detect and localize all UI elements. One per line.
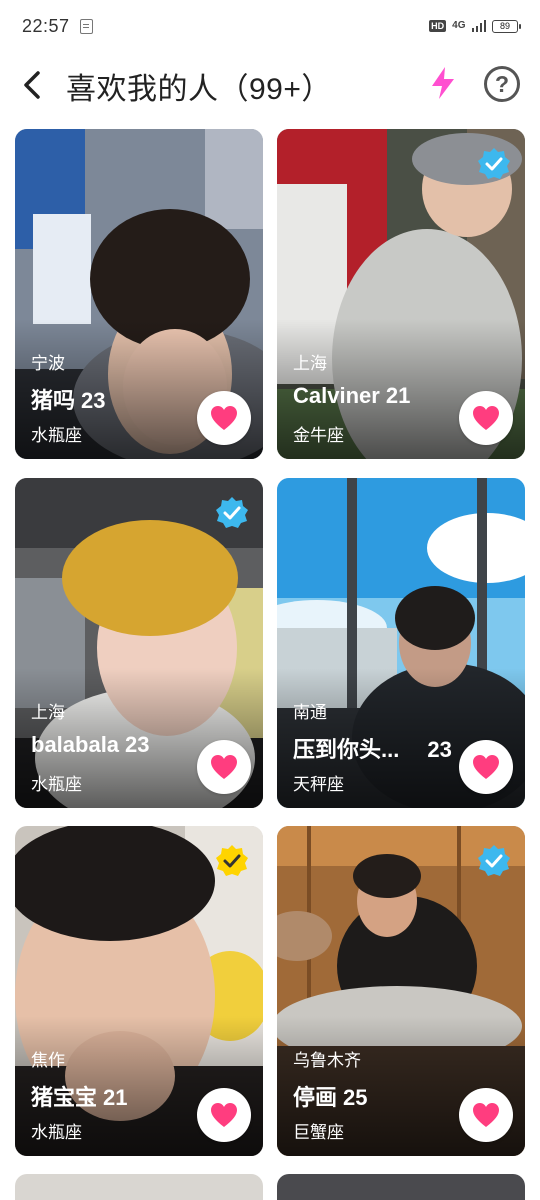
profile-card[interactable]: 焦作 猪宝宝 21 水瓶座 bbox=[15, 826, 263, 1156]
card-zodiac: 水瓶座 bbox=[31, 1123, 82, 1142]
card-name: 压到你头... bbox=[293, 737, 400, 762]
back-arrow-icon[interactable] bbox=[20, 70, 46, 100]
card-age: 25 bbox=[343, 1085, 368, 1110]
card-age: 21 bbox=[103, 1085, 128, 1110]
card-name-age: 猪宝宝 21 bbox=[31, 1080, 128, 1112]
verified-badge-icon bbox=[478, 845, 510, 876]
heart-icon bbox=[473, 406, 499, 430]
like-button[interactable] bbox=[459, 1088, 513, 1142]
card-age: 21 bbox=[385, 383, 411, 408]
profile-card[interactable]: 上海 Calviner 21 金牛座 bbox=[277, 129, 525, 459]
profile-card[interactable]: 乌鲁木齐 停画 25 巨蟹座 bbox=[277, 826, 525, 1156]
like-button[interactable] bbox=[197, 1088, 251, 1142]
verified-badge-icon bbox=[216, 497, 248, 528]
profile-card-partial[interactable] bbox=[15, 1174, 263, 1200]
heart-icon bbox=[473, 755, 499, 779]
card-location: 宁波 bbox=[31, 354, 65, 373]
card-location: 南通 bbox=[293, 703, 327, 722]
document-icon bbox=[79, 18, 93, 34]
profile-card[interactable]: 上海 balabala 23 水瓶座 bbox=[15, 478, 263, 808]
heart-icon bbox=[211, 406, 237, 430]
status-bar: 22:57 HD 4G 89 bbox=[0, 0, 540, 52]
card-location: 上海 bbox=[31, 703, 65, 722]
card-age: 23 bbox=[125, 732, 150, 757]
hd-icon: HD bbox=[429, 20, 447, 32]
heart-icon bbox=[473, 1103, 499, 1127]
battery-icon: 89 bbox=[492, 19, 521, 33]
card-name: Calviner bbox=[293, 383, 380, 408]
card-name-age: 压到你头... 23 bbox=[293, 732, 452, 764]
like-button[interactable] bbox=[459, 391, 513, 445]
card-name: balabala bbox=[31, 732, 120, 757]
heart-icon bbox=[211, 1103, 237, 1127]
like-button[interactable] bbox=[197, 391, 251, 445]
page-header: 喜欢我的人（99+） ? bbox=[0, 52, 540, 116]
lightning-icon[interactable] bbox=[428, 66, 458, 100]
card-location: 乌鲁木齐 bbox=[293, 1051, 361, 1070]
card-age: 23 bbox=[81, 388, 106, 413]
status-indicators: HD 4G 89 bbox=[429, 19, 521, 33]
card-name: 猪吗 bbox=[31, 388, 76, 413]
heart-icon bbox=[211, 755, 237, 779]
network-type: 4G bbox=[452, 20, 466, 31]
card-name-age: 猪吗 23 bbox=[31, 383, 106, 415]
card-location: 上海 bbox=[293, 354, 327, 373]
card-name-age: balabala 23 bbox=[31, 732, 150, 758]
like-button[interactable] bbox=[459, 740, 513, 794]
card-name: 停画 bbox=[293, 1085, 338, 1110]
card-name: 猪宝宝 bbox=[31, 1085, 98, 1110]
card-zodiac: 水瓶座 bbox=[31, 426, 82, 445]
card-zodiac: 巨蟹座 bbox=[293, 1123, 344, 1142]
like-button[interactable] bbox=[197, 740, 251, 794]
card-location: 焦作 bbox=[31, 1051, 65, 1070]
page-title: 喜欢我的人（99+） bbox=[66, 73, 332, 106]
profile-card[interactable]: 南通 压到你头... 23 天秤座 bbox=[277, 478, 525, 808]
verified-gold-badge-icon bbox=[216, 845, 248, 876]
verified-badge-icon bbox=[478, 148, 510, 179]
status-time: 22:57 bbox=[22, 15, 70, 36]
card-zodiac: 金牛座 bbox=[293, 426, 344, 445]
card-zodiac: 天秤座 bbox=[293, 775, 344, 794]
profile-card[interactable]: 宁波 猪吗 23 水瓶座 bbox=[15, 129, 263, 459]
card-name-age: Calviner 21 bbox=[293, 383, 410, 409]
card-age: 23 bbox=[427, 737, 452, 762]
help-icon[interactable]: ? bbox=[484, 66, 520, 102]
profile-card-partial[interactable] bbox=[277, 1174, 525, 1200]
card-name-age: 停画 25 bbox=[293, 1080, 368, 1112]
signal-icon bbox=[471, 20, 486, 32]
card-zodiac: 水瓶座 bbox=[31, 775, 82, 794]
